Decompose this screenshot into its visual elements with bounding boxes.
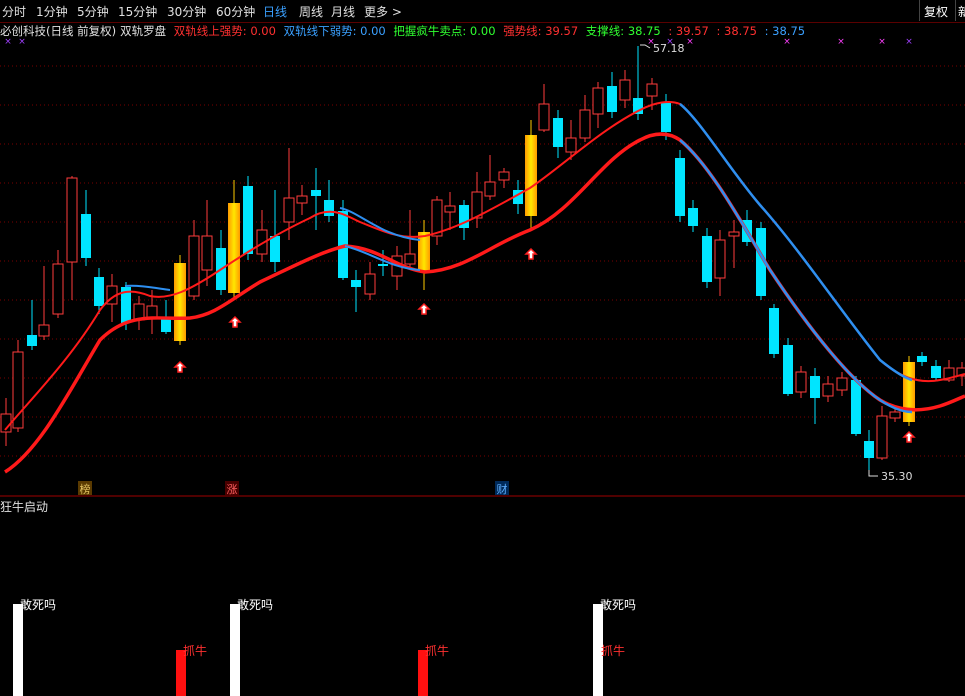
- candle-up: [876, 415, 888, 459]
- candle-down: [81, 214, 91, 258]
- candle-up: [646, 83, 658, 97]
- signal-bar-white: [13, 604, 23, 696]
- candle-up: [579, 109, 591, 139]
- sell-marker-icon: ×: [686, 37, 694, 47]
- candle-up: [283, 197, 295, 223]
- candle-down: [553, 118, 563, 147]
- candle-up: [484, 181, 496, 197]
- kline-chart[interactable]: × × × × × × × × ×57.1835.30榜涨财 敢死吗抓牛敢死吗抓牛敢死吗抓牛: [0, 0, 965, 696]
- candle-up: [444, 205, 456, 213]
- candle-up: [12, 351, 24, 429]
- sub-chart-title: 狂牛启动: [0, 500, 49, 514]
- candle-down: [270, 236, 280, 262]
- weak-segment: [124, 284, 171, 291]
- candle-strong: [228, 203, 240, 293]
- signal-label-gansi: 敢死吗: [20, 598, 56, 612]
- buy-arrow-icon: [524, 247, 538, 260]
- candle-up: [498, 171, 510, 181]
- sell-marker-icon: ×: [4, 37, 12, 47]
- candle-up: [431, 199, 443, 237]
- buy-arrow-icon: [902, 430, 916, 443]
- upper-track-line: [4, 101, 965, 431]
- candle-down: [311, 190, 321, 196]
- candle-up: [889, 411, 901, 419]
- candle-down: [661, 102, 671, 132]
- candle-up: [592, 87, 604, 115]
- candle-down: [851, 380, 861, 434]
- signal-label-zhuaniu: 抓牛: [601, 643, 625, 658]
- candle-up: [538, 103, 550, 131]
- low-pointer: [868, 470, 878, 477]
- candle-up: [201, 235, 213, 271]
- sell-marker-icon: ×: [783, 37, 791, 47]
- candle-strong: [525, 135, 537, 216]
- candle-strong: [174, 263, 186, 341]
- buy-arrow-icon: [417, 302, 431, 315]
- candle-up: [38, 324, 50, 337]
- candle-up: [146, 305, 158, 319]
- candle-up: [52, 263, 64, 315]
- candle-up: [822, 383, 834, 397]
- candle-down: [378, 264, 388, 266]
- candle-up: [714, 239, 726, 279]
- candle-down: [810, 376, 820, 398]
- candle-down: [675, 158, 685, 216]
- signal-label-gansi: 敢死吗: [237, 598, 273, 612]
- candle-down: [94, 277, 104, 306]
- candle-up: [66, 177, 78, 263]
- signal-label-gansi: 敢死吗: [600, 598, 636, 612]
- sell-marker-icon: ×: [837, 37, 845, 47]
- candle-down: [351, 280, 361, 287]
- signal-label-zhuaniu: 抓牛: [183, 643, 207, 658]
- candle-down: [702, 236, 712, 282]
- candle-down: [783, 345, 793, 394]
- candle-down: [324, 200, 334, 216]
- event-tag-label: 涨: [227, 483, 238, 496]
- buy-arrow-icon: [173, 360, 187, 373]
- candle-down: [688, 208, 698, 226]
- event-tag-label: 榜: [80, 482, 91, 496]
- weak-segment: [339, 207, 421, 241]
- candle-strong: [418, 232, 430, 272]
- sell-marker-icon: ×: [878, 37, 886, 47]
- candle-down: [161, 318, 171, 332]
- candle-down: [607, 86, 617, 112]
- candle-up: [728, 231, 740, 237]
- candle-down: [917, 356, 927, 362]
- candle-up: [296, 195, 308, 204]
- candle-up: [565, 137, 577, 153]
- candle-up: [404, 253, 416, 265]
- signal-label-zhuaniu: 抓牛: [425, 643, 449, 658]
- candle-down: [931, 366, 941, 378]
- candle-up: [836, 377, 848, 391]
- candle-down: [864, 441, 874, 458]
- candle-up: [364, 273, 376, 295]
- candle-up: [795, 371, 807, 393]
- candle-down: [27, 335, 37, 346]
- sell-marker-icon: ×: [905, 37, 913, 47]
- high-price-label: 57.18: [653, 42, 685, 55]
- candle-down: [769, 308, 779, 354]
- event-tag-label: 财: [497, 482, 508, 496]
- candle-up: [619, 79, 631, 101]
- sell-marker-icon: ×: [18, 37, 26, 47]
- buy-arrow-icon: [228, 315, 242, 328]
- signal-bar-white: [230, 604, 240, 696]
- candle-down: [243, 186, 253, 254]
- low-price-label: 35.30: [881, 470, 913, 483]
